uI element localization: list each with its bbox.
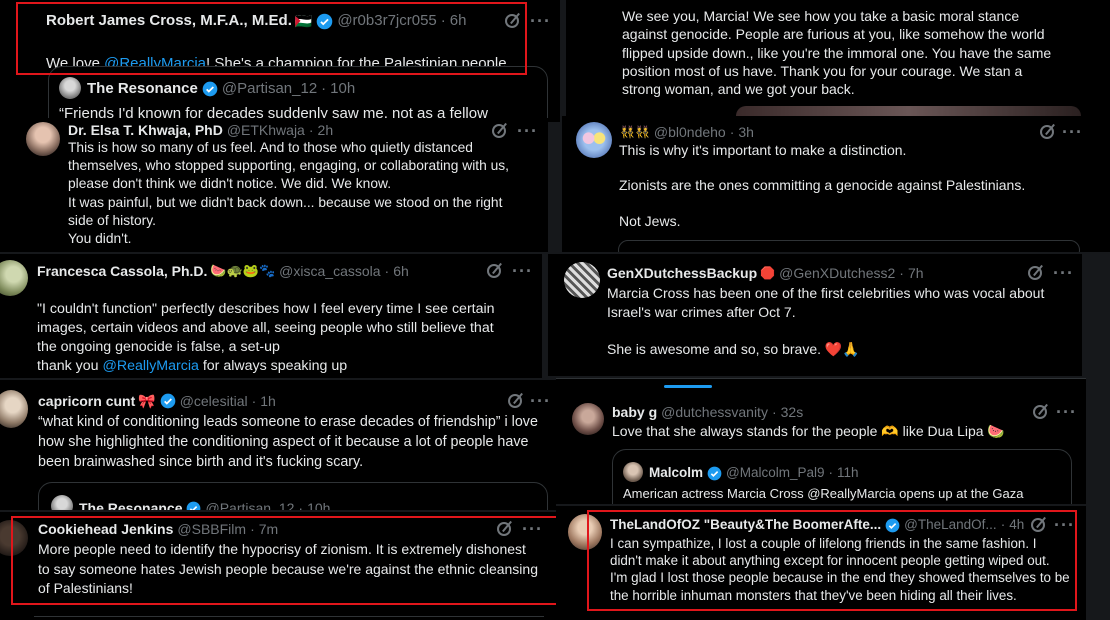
tweet-card-francesca[interactable]: Francesca Cassola, Ph.D. 🍉🐢🐸🐾 @xisca_cas… bbox=[0, 254, 542, 378]
more-options-icon[interactable]: ··· bbox=[530, 12, 551, 30]
author-avatar[interactable] bbox=[564, 262, 600, 298]
tweet-time[interactable]: 1h bbox=[260, 392, 276, 410]
quote-time: 10h bbox=[330, 80, 356, 97]
tweet-text: This is how so many of us feel. And to t… bbox=[68, 140, 510, 247]
quote-header: Malcolm @Malcolm_Pal9 · 11h bbox=[649, 464, 859, 482]
separator-dot: · bbox=[771, 404, 777, 420]
quoted-tweet[interactable]: The Resonance @Partisan_12 · 10h bbox=[38, 482, 548, 510]
quote-author-handle: @Malcolm_Pal9 bbox=[726, 465, 825, 480]
verified-badge-icon bbox=[160, 393, 176, 409]
quote-header: The Resonance @Partisan_12 · 10h bbox=[87, 80, 355, 98]
tweet-text: Love that she always stands for the peop… bbox=[612, 423, 1005, 439]
tweet-header: Dr. Elsa T. Khwaja, PhD @ETKhwaja · 2h bbox=[68, 121, 333, 139]
tweet-text: Marcia Cross has been one of the first c… bbox=[607, 285, 1045, 357]
tweet-card-genx[interactable]: GenXDutchessBackup 🛑 @GenXDutchess2 · 7h… bbox=[548, 254, 1082, 376]
quote-author-name: The Resonance bbox=[87, 80, 198, 97]
more-options-icon[interactable]: ··· bbox=[1062, 123, 1083, 141]
tweet-time[interactable]: 32s bbox=[781, 403, 804, 421]
verified-badge-icon bbox=[707, 466, 722, 480]
mention-link[interactable]: @ReallyMarcia bbox=[102, 358, 198, 374]
author-handle[interactable]: @GenXDutchess2 bbox=[779, 264, 895, 282]
quote-header: The Resonance @Partisan_12 · 10h bbox=[79, 499, 330, 510]
tweet-header: baby g @dutchessvanity · 32s bbox=[612, 403, 803, 421]
tweet-card-capricorn[interactable]: capricorn cunt 🎀 @celesitial · 1h ··· “w… bbox=[0, 380, 556, 510]
author-name[interactable]: Francesca Cassola, Ph.D. bbox=[37, 262, 207, 280]
tweet-time[interactable]: 3h bbox=[738, 123, 754, 141]
author-emoji: 🎀 bbox=[138, 393, 156, 409]
tweet-text: This is why it's important to make a dis… bbox=[619, 142, 1026, 229]
quoted-tweet[interactable]: Malcolm @Malcolm_Pal9 · 11h American act… bbox=[612, 449, 1072, 504]
grok-icon[interactable] bbox=[1040, 125, 1054, 139]
grok-icon[interactable] bbox=[1028, 266, 1042, 280]
grok-icon[interactable] bbox=[492, 124, 506, 138]
author-emoji: 🍉🐢🐸🐾 bbox=[210, 263, 276, 278]
quote-author-handle: @Partisan_12 bbox=[221, 80, 318, 97]
author-avatar[interactable] bbox=[0, 260, 28, 296]
quote-text: American actress Marcia Cross @ReallyMar… bbox=[623, 486, 1024, 501]
verified-badge-icon bbox=[202, 81, 218, 97]
grok-icon[interactable] bbox=[1033, 405, 1047, 419]
tweet-divider bbox=[34, 616, 544, 617]
more-options-icon[interactable]: ··· bbox=[512, 262, 533, 280]
separator-dot: · bbox=[384, 263, 390, 279]
verified-badge-icon bbox=[187, 501, 201, 510]
more-options-icon[interactable]: ··· bbox=[1056, 403, 1077, 421]
tweet-header: 👯👯 @bl0ndeho · 3h bbox=[620, 123, 754, 141]
tweet-text: “what kind of conditioning leads someone… bbox=[38, 414, 538, 470]
separator-dot: · bbox=[321, 80, 327, 97]
tweet-header: Francesca Cassola, Ph.D. 🍉🐢🐸🐾 @xisca_cas… bbox=[37, 262, 409, 280]
tweet-card-elsa[interactable]: Dr. Elsa T. Khwaja, PhD @ETKhwaja · 2h ·… bbox=[0, 118, 548, 252]
highlight-box bbox=[11, 516, 558, 605]
quote-time: 10h bbox=[307, 500, 331, 510]
author-avatar[interactable] bbox=[572, 403, 604, 435]
separator-dot: · bbox=[828, 465, 834, 480]
tab-indicator bbox=[664, 385, 712, 388]
author-name[interactable]: Dr. Elsa T. Khwaja, PhD bbox=[68, 121, 223, 139]
more-options-icon[interactable]: ··· bbox=[1053, 264, 1074, 282]
author-avatar[interactable] bbox=[26, 122, 60, 156]
author-emoji: 🛑 bbox=[760, 266, 776, 280]
grok-icon[interactable] bbox=[487, 264, 501, 278]
author-name[interactable]: baby g bbox=[612, 403, 657, 421]
more-options-icon[interactable]: ··· bbox=[530, 392, 551, 410]
author-name[interactable]: GenXDutchessBackup bbox=[607, 264, 757, 282]
separator-dot: · bbox=[899, 265, 904, 281]
tweet-time[interactable]: 6h bbox=[393, 262, 409, 280]
quote-time: 11h bbox=[837, 465, 859, 480]
quoted-tweet-preview[interactable] bbox=[618, 240, 1080, 252]
author-handle[interactable]: @dutchessvanity bbox=[661, 403, 768, 421]
author-handle[interactable]: @xisca_cassola bbox=[279, 262, 380, 280]
quote-avatar bbox=[51, 495, 73, 510]
separator-dot: · bbox=[308, 122, 314, 138]
quote-author-handle: @Partisan_12 bbox=[205, 500, 295, 510]
tweet-text-part: for always speaking up bbox=[198, 358, 348, 374]
tweet-card-we-see-you[interactable]: We see you, Marcia! We see how you take … bbox=[566, 0, 1110, 118]
author-handle[interactable]: @celesitial bbox=[180, 392, 248, 410]
tweet-card-bl0ndeho[interactable]: 👯👯 @bl0ndeho · 3h ··· This is why it's i… bbox=[562, 116, 1110, 252]
quote-author-name: Malcolm bbox=[649, 465, 704, 480]
separator-dot: · bbox=[729, 124, 735, 140]
author-emoji: 👯👯 bbox=[620, 125, 650, 139]
highlight-box bbox=[587, 510, 1077, 611]
quote-avatar bbox=[59, 77, 81, 99]
tweet-text: We see you, Marcia! We see how you take … bbox=[622, 8, 1052, 98]
tweet-time[interactable]: 2h bbox=[318, 121, 334, 139]
quote-avatar bbox=[623, 462, 643, 482]
more-options-icon[interactable]: ··· bbox=[517, 122, 538, 140]
tweet-time[interactable]: 7h bbox=[908, 264, 924, 282]
author-handle[interactable]: @bl0ndeho bbox=[654, 123, 726, 141]
tweet-header: GenXDutchessBackup 🛑 @GenXDutchess2 · 7h bbox=[607, 264, 924, 282]
author-handle[interactable]: @ETKhwaja bbox=[227, 121, 305, 139]
tweet-header: capricorn cunt 🎀 @celesitial · 1h bbox=[38, 392, 276, 410]
grok-icon[interactable] bbox=[508, 394, 522, 408]
tweet-text: "I couldn't function" perfectly describe… bbox=[37, 281, 517, 376]
highlight-box bbox=[16, 2, 527, 75]
separator-dot: · bbox=[251, 393, 257, 409]
author-name[interactable]: capricorn cunt bbox=[38, 392, 135, 410]
separator-dot: · bbox=[298, 500, 304, 510]
tweet-card-babyg[interactable]: baby g @dutchessvanity · 32s ··· Love th… bbox=[556, 378, 1086, 504]
author-avatar[interactable] bbox=[576, 122, 612, 158]
author-avatar[interactable] bbox=[0, 390, 28, 428]
quote-author-name: The Resonance bbox=[79, 500, 183, 510]
